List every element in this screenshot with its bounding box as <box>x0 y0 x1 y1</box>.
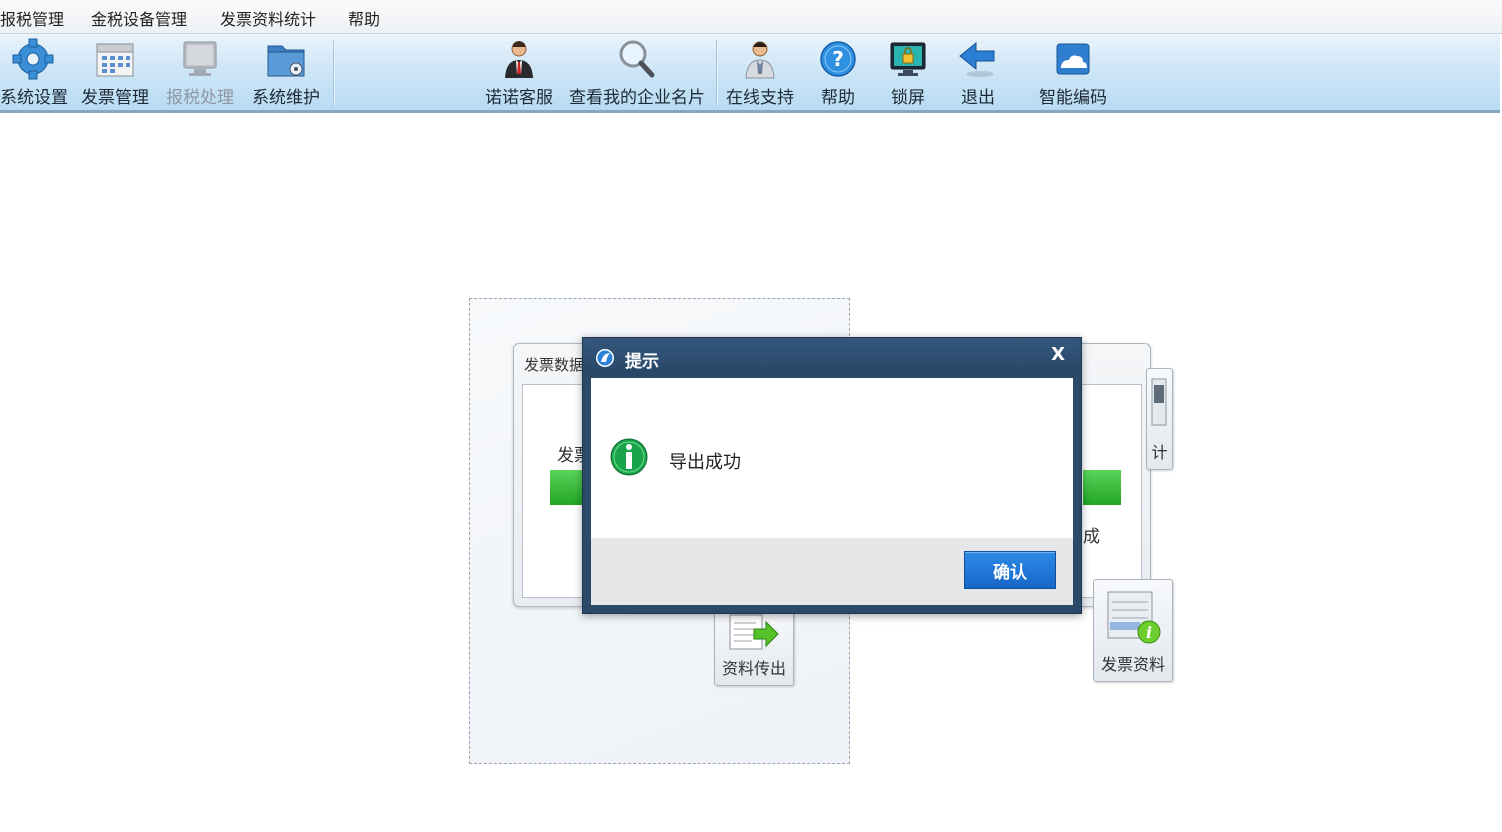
app-logo-icon <box>596 349 614 367</box>
help-button[interactable]: ? 帮助 <box>808 34 868 110</box>
toolbar-label: 退出 <box>961 88 995 108</box>
export-document-icon <box>729 614 779 650</box>
dialog-title: 提示 <box>625 352 659 372</box>
toolbar-label: 诺诺客服 <box>485 88 553 108</box>
invoice-calendar-icon <box>96 43 134 77</box>
menu-bar: 报税管理 金税设备管理 发票资料统计 帮助 <box>0 0 1502 34</box>
toolbar-label: 系统设置 <box>0 88 68 108</box>
toolbar-label: 发票管理 <box>81 88 149 108</box>
statistics-tile-label: 计 <box>1151 443 1168 462</box>
folder-gear-icon <box>267 45 305 77</box>
exit-button[interactable]: 退出 <box>946 34 1010 110</box>
dialog-body: 导出成功 <box>591 378 1073 538</box>
agent-person-icon <box>505 41 533 78</box>
support-person-icon <box>745 41 775 79</box>
statistics-tile[interactable]: 计 <box>1146 368 1173 470</box>
menu-device-management[interactable]: 金税设备管理 <box>91 6 187 30</box>
system-maintenance-button[interactable]: 系统维护 <box>248 34 324 110</box>
info-icon <box>610 438 648 476</box>
cloud-code-icon <box>1056 43 1090 75</box>
dialog-message: 导出成功 <box>669 452 741 473</box>
background-window-title: 发票数据 <box>524 356 585 374</box>
exit-arrow-icon <box>959 41 995 77</box>
confirm-button[interactable]: 确认 <box>964 551 1056 589</box>
dialog-titlebar[interactable]: 提示 X <box>583 338 1081 376</box>
system-settings-button[interactable]: 系统设置 <box>0 34 68 110</box>
dialog-footer: 确认 <box>591 538 1073 605</box>
invoice-data-tile[interactable]: i 发票资料 <box>1093 579 1173 682</box>
tax-processing-button[interactable]: 报税处理 <box>162 34 238 110</box>
smart-coding-button[interactable]: 智能编码 <box>1034 34 1112 110</box>
gear-icon <box>12 38 54 80</box>
monitor-icon <box>183 41 217 76</box>
svg-text:?: ? <box>832 47 844 71</box>
toolbar-label: 查看我的企业名片 <box>569 88 705 108</box>
menu-invoice-statistics[interactable]: 发票资料统计 <box>220 6 316 30</box>
toolbar-separator <box>716 40 718 106</box>
menu-tax-management[interactable]: 报税管理 <box>0 6 64 30</box>
close-icon[interactable]: X <box>1051 344 1065 365</box>
prompt-dialog: 提示 X 导出成功 确认 <box>582 337 1082 614</box>
lock-screen-icon <box>890 42 926 76</box>
invoice-data-tile-label: 发票资料 <box>1100 655 1165 674</box>
view-company-card-button[interactable]: 查看我的企业名片 <box>564 34 710 110</box>
menu-help[interactable]: 帮助 <box>348 6 380 30</box>
toolbar-label: 智能编码 <box>1039 88 1107 108</box>
help-question-icon: ? <box>820 41 856 77</box>
data-export-tile[interactable]: 资料传出 <box>714 612 794 686</box>
svg-text:i: i <box>1146 623 1152 642</box>
magnifier-icon <box>619 40 655 78</box>
invoice-info-icon: i <box>1107 591 1161 644</box>
toolbar-separator <box>333 40 335 106</box>
data-export-tile-label: 资料传出 <box>721 659 786 678</box>
toolbar-label: 帮助 <box>821 88 855 108</box>
nuonuo-service-button[interactable]: 诺诺客服 <box>482 34 556 110</box>
invoice-management-button[interactable]: 发票管理 <box>78 34 152 110</box>
toolbar-label: 锁屏 <box>891 88 925 108</box>
toolbar-label: 报税处理 <box>166 88 234 108</box>
background-right-label: 成 <box>1083 527 1100 547</box>
lock-screen-button[interactable]: 锁屏 <box>876 34 940 110</box>
toolbar-label: 在线支持 <box>726 88 794 108</box>
report-icon <box>1151 378 1167 426</box>
progress-bar-right <box>1083 470 1121 505</box>
toolbar: 系统设置 发票管理 报税处理 系统维护 诺诺客服 查看我的企业名片 在线支持 ?… <box>0 34 1500 113</box>
online-support-button[interactable]: 在线支持 <box>722 34 798 110</box>
toolbar-label: 系统维护 <box>252 88 320 108</box>
